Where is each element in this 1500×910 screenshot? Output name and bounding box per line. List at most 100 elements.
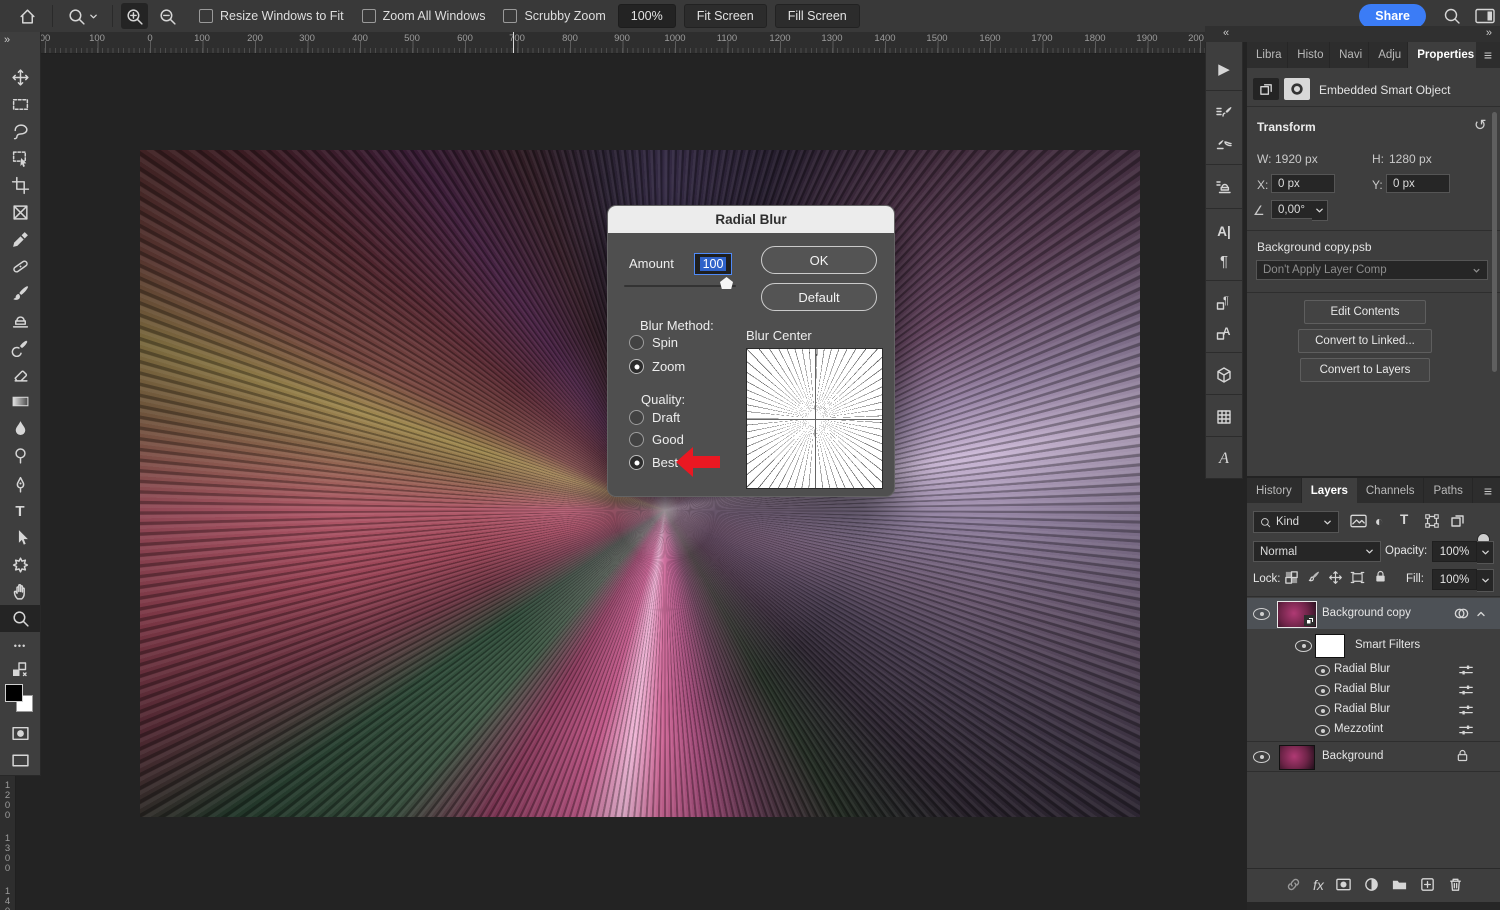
character-panel-button[interactable]: A| [1206,216,1242,246]
visibility-eye-icon[interactable] [1315,665,1330,676]
filter-row-mezzotint[interactable]: Mezzotint [1247,720,1500,740]
filter-row-radial-blur-3[interactable]: Radial Blur [1247,700,1500,720]
home-button[interactable] [10,7,44,26]
amount-slider-thumb[interactable] [720,277,733,289]
paragraph-panel-button[interactable]: ¶ [1206,246,1242,276]
visibility-eye-icon[interactable] [1315,685,1330,696]
zoom-tool-button[interactable] [61,7,104,26]
workspace-button[interactable] [1470,8,1500,24]
history-brush-tool[interactable] [0,334,40,361]
layer-row-background-copy[interactable]: Background copy [1247,598,1500,629]
brush-tool[interactable] [0,280,40,307]
filter-blend-options-icon[interactable] [1458,722,1474,738]
y-input[interactable]: 0 px [1386,174,1450,193]
blur-tool[interactable] [0,415,40,442]
character-styles-panel-button[interactable]: A [1206,318,1242,348]
quick-mask-button[interactable] [0,720,40,747]
filter-mask-thumbnail[interactable] [1315,634,1345,658]
visibility-eye-icon[interactable] [1315,705,1330,716]
object-selection-tool[interactable] [0,145,40,172]
fill-input[interactable]: 100% [1432,569,1477,590]
amount-input[interactable]: 100 [694,253,732,275]
clone-stamp-tool[interactable] [0,307,40,334]
collapse-filters-chevron[interactable] [1476,609,1486,619]
filter-type-layers-button[interactable]: T [1400,512,1408,527]
convert-to-linked-button[interactable]: Convert to Linked... [1298,329,1432,353]
zoom-out-button[interactable] [154,3,181,29]
visibility-eye-icon[interactable] [1315,725,1330,736]
share-button[interactable]: Share [1359,4,1426,28]
radio-good[interactable]: Good [629,432,684,447]
tab-channels[interactable]: Channels [1357,478,1425,503]
smart-object-mode-button[interactable] [1253,78,1279,100]
tab-adjustments[interactable]: Adju [1369,42,1408,68]
resize-windows-checkbox[interactable]: Resize Windows to Fit [199,9,344,23]
lock-position-button[interactable] [1328,570,1343,585]
visibility-eye-icon[interactable] [1253,751,1270,763]
kind-filter-select[interactable]: Kind [1253,511,1339,533]
glyphs-panel-button[interactable]: A [1206,444,1242,474]
layer-styles-button[interactable]: fx [1313,877,1324,893]
x-input[interactable]: 0 px [1271,174,1335,193]
ok-button[interactable]: OK [761,246,877,274]
brushes-panel-button[interactable] [1206,130,1242,160]
swap-colors-button[interactable] [0,659,40,681]
actions-panel-button[interactable]: ▶ [1206,54,1242,84]
new-layer-button[interactable] [1419,876,1436,893]
clone-source-panel-button[interactable] [1206,172,1242,202]
eyedropper-tool[interactable] [0,226,40,253]
layer-thumbnail[interactable] [1279,745,1315,770]
tab-paths[interactable]: Paths [1424,478,1472,503]
tab-layers[interactable]: Layers [1302,478,1357,503]
foreground-color-swatch[interactable] [5,684,23,702]
radio-best[interactable]: Best [629,455,678,470]
frame-tool[interactable] [0,199,40,226]
filter-blend-options-icon[interactable] [1458,702,1474,718]
patterns-panel-button[interactable] [1206,402,1242,432]
tab-navigator[interactable]: Navi [1330,42,1369,68]
gradient-tool[interactable] [0,388,40,415]
convert-to-layers-button[interactable]: Convert to Layers [1300,358,1430,382]
tab-libraries[interactable]: Libra [1247,42,1288,68]
fill-dropdown[interactable] [1477,569,1494,592]
custom-shape-tool[interactable] [0,551,40,578]
opacity-input[interactable]: 100% [1432,541,1477,562]
marquee-tool[interactable] [0,91,40,118]
filter-blend-options-icon[interactable] [1458,682,1474,698]
default-button[interactable]: Default [761,283,877,311]
edit-toolbar-button[interactable]: ••• [0,632,40,659]
crop-tool[interactable] [0,172,40,199]
filter-adjustment-layers-button[interactable]: ◐ [1375,513,1383,529]
opacity-dropdown[interactable] [1477,541,1494,564]
screen-mode-button[interactable] [0,747,40,774]
zoom-in-button[interactable] [121,3,148,29]
hand-tool[interactable] [0,578,40,605]
collapse-panels-icon[interactable]: « [1223,27,1228,39]
radio-draft[interactable]: Draft [629,410,680,425]
lock-all-button[interactable] [1373,569,1388,584]
visibility-eye-icon[interactable] [1253,608,1270,620]
panel-menu-icon[interactable]: ≡ [1476,42,1500,68]
toolbar-expand-icon[interactable]: » [4,34,10,46]
dialog-title-bar[interactable]: Radial Blur [608,206,894,233]
pen-tool[interactable] [0,471,40,498]
dodge-tool[interactable] [0,442,40,469]
radio-zoom[interactable]: Zoom [629,359,685,374]
healing-brush-tool[interactable] [0,253,40,280]
lasso-tool[interactable] [0,118,40,145]
new-group-button[interactable] [1391,876,1408,893]
blend-mode-select[interactable]: Normal [1253,541,1381,562]
lock-transparency-button[interactable] [1284,570,1299,585]
path-selection-tool[interactable] [0,524,40,551]
fill-screen-button[interactable]: Fill Screen [775,4,860,28]
smart-filters-row[interactable]: Smart Filters [1247,631,1500,659]
amount-slider[interactable] [624,285,736,287]
filter-smart-objects-button[interactable] [1450,513,1466,529]
layer-comp-select[interactable]: Don't Apply Layer Comp [1256,260,1488,280]
layer-row-background[interactable]: Background [1247,742,1500,771]
zoom-tool[interactable] [0,605,40,632]
3d-panel-button[interactable] [1206,360,1242,390]
filter-blend-options-icon[interactable] [1458,662,1474,678]
eraser-tool[interactable] [0,361,40,388]
filter-row-radial-blur-1[interactable]: Radial Blur [1247,660,1500,680]
